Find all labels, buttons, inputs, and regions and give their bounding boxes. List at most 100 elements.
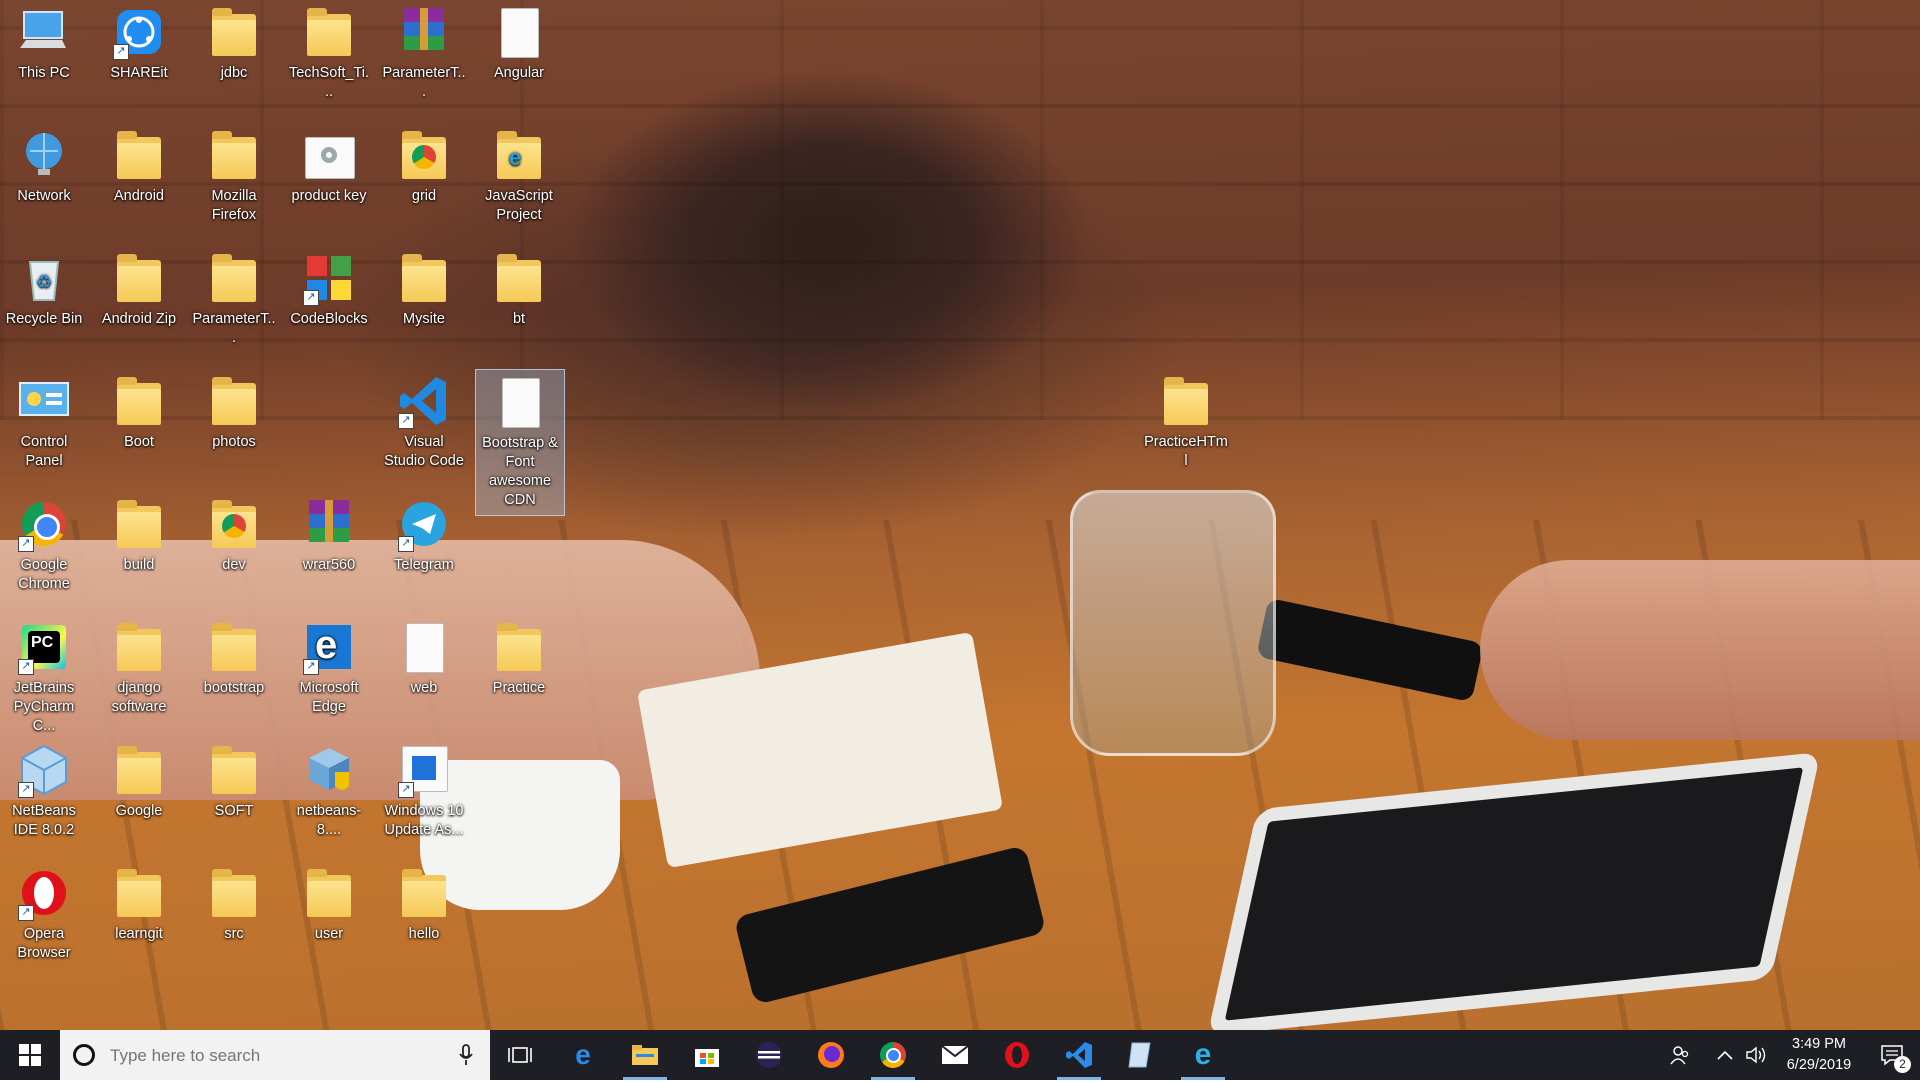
desktop-icon[interactable]: netbeans-8.... — [285, 738, 373, 858]
desktop-icon[interactable]: SOFT — [190, 738, 278, 858]
folder-icon — [206, 865, 262, 921]
desktop-icon-label: Mozilla Firefox — [211, 188, 257, 223]
desktop-icon[interactable]: hello — [380, 861, 468, 981]
desktop-icon[interactable]: ↗ Google Chrome — [0, 492, 88, 612]
desktop-icon[interactable]: bt — [475, 246, 563, 366]
desktop-icon[interactable]: Network — [0, 123, 88, 243]
network-icon — [16, 127, 72, 183]
telegram-icon: ↗ — [396, 496, 452, 552]
folder-icon — [206, 742, 262, 798]
desktop-icon[interactable]: Boot — [95, 369, 183, 489]
taskbar-app-store[interactable] — [677, 1030, 737, 1080]
control-panel-icon — [16, 373, 72, 429]
desktop-icon-label: Network — [17, 188, 71, 204]
desktop-icon[interactable]: ↗ Opera Browser — [0, 861, 88, 981]
chrome-folder-icon — [396, 127, 452, 183]
desktop-icon[interactable]: PracticeHTml — [1142, 369, 1230, 489]
desktop-icon[interactable]: Android Zip — [95, 246, 183, 366]
desktop-icon[interactable]: jdbc — [190, 0, 278, 120]
search-input[interactable] — [108, 1030, 442, 1082]
taskbar-app-mail[interactable] — [925, 1030, 985, 1080]
desktop-icon[interactable]: Bootstrap & Font awesome CDN — [475, 369, 565, 516]
folder-icon — [111, 742, 167, 798]
desktop-icon[interactable]: user — [285, 861, 373, 981]
desktop-icon[interactable]: Control Panel — [0, 369, 88, 489]
mail-icon — [941, 1045, 969, 1065]
taskbar-app-opera[interactable] — [987, 1030, 1047, 1080]
desktop-icon-label: dev — [222, 557, 246, 573]
chrome-folder-icon — [206, 496, 262, 552]
desktop-icon[interactable]: Practice — [475, 615, 563, 735]
desktop-icon[interactable]: product key — [285, 123, 373, 243]
desktop-icon[interactable]: django software — [95, 615, 183, 735]
people-button[interactable] — [1660, 1030, 1700, 1080]
desktop-icon[interactable]: ↗ Visual Studio Code — [380, 369, 468, 489]
desktop-icon[interactable]: e JavaScript Project — [475, 123, 563, 243]
desktop-icon[interactable]: Android — [95, 123, 183, 243]
desktop-icon-label: Angular — [494, 65, 544, 81]
taskbar-app-edge[interactable]: e — [553, 1030, 613, 1080]
desktop-icon[interactable]: ↗ Telegram — [380, 492, 468, 612]
desktop-icon-label: Microsoft Edge — [299, 680, 359, 715]
desktop-icon[interactable]: ParameterT... — [190, 246, 278, 366]
desktop-icon-label: ParameterT... — [192, 311, 276, 346]
desktop-icon[interactable]: This PC — [0, 0, 88, 120]
desktop-background: This PC ↗ SHAREit jdbc TechSoft_Ti... Paramet… — [0, 0, 1920, 1030]
desktop-icon-label: Telegram — [394, 557, 454, 573]
microphone-icon[interactable] — [458, 1044, 474, 1066]
desktop-icon[interactable]: TechSoft_Ti... — [285, 0, 373, 120]
desktop-icon[interactable]: grid — [380, 123, 468, 243]
folder-icon — [111, 127, 167, 183]
desktop-icon[interactable]: photos — [190, 369, 278, 489]
desktop-icon[interactable]: ↗ Windows 10 Update As... — [380, 738, 468, 858]
desktop-icon[interactable]: dev — [190, 492, 278, 612]
taskbar-app-internet-explorer[interactable]: e — [1173, 1030, 1233, 1080]
desktop-icon[interactable]: ♻ Recycle Bin — [0, 246, 88, 366]
taskbar-app-chrome[interactable] — [863, 1030, 923, 1080]
search-box[interactable] — [60, 1030, 490, 1082]
desktop-icon[interactable]: src — [190, 861, 278, 981]
folder-icon — [396, 865, 452, 921]
desktop-icon-label: Visual Studio Code — [384, 434, 464, 469]
desktop-icon[interactable]: build — [95, 492, 183, 612]
desktop-icon[interactable]: learngit — [95, 861, 183, 981]
desktop-icon[interactable]: Mozilla Firefox — [190, 123, 278, 243]
desktop-icon[interactable]: web — [380, 615, 468, 735]
shortcut-arrow-icon: ↗ — [18, 536, 34, 552]
desktop-icon[interactable]: e ↗ Microsoft Edge — [285, 615, 373, 735]
desktop-icon[interactable]: Mysite — [380, 246, 468, 366]
shortcut-arrow-icon: ↗ — [303, 290, 319, 306]
desktop-icon-label: Android Zip — [101, 311, 177, 327]
desktop-icon[interactable]: bootstrap — [190, 615, 278, 735]
folder-icon — [206, 373, 262, 429]
volume-button[interactable] — [1740, 1030, 1774, 1080]
desktop-icon[interactable]: ParameterT... — [380, 0, 468, 120]
desktop-icon[interactable]: Google — [95, 738, 183, 858]
task-view-button[interactable] — [490, 1030, 550, 1080]
taskbar-app-firefox[interactable] — [801, 1030, 861, 1080]
eclipse-icon — [755, 1041, 783, 1069]
taskbar-app-file-explorer[interactable] — [615, 1030, 675, 1080]
taskbar-app-vscode[interactable] — [1049, 1030, 1109, 1080]
desktop-icon[interactable]: wrar560 — [285, 492, 373, 612]
desktop-icon-label: grid — [411, 188, 437, 204]
taskbar-app-notepad-app[interactable] — [1111, 1030, 1171, 1080]
desktop-icon[interactable]: ↗ CodeBlocks — [285, 246, 373, 366]
action-center-button[interactable]: 2 — [1864, 1030, 1920, 1080]
desktop-icon-label: bt — [512, 311, 526, 327]
taskbar-app-eclipse[interactable] — [739, 1030, 799, 1080]
desktop-icon[interactable]: Angular — [475, 0, 563, 120]
right-hand — [1480, 560, 1920, 740]
desktop-icon-label: TechSoft_Ti... — [288, 65, 370, 100]
show-hidden-icons-button[interactable] — [1710, 1030, 1740, 1080]
winrar-icon — [396, 4, 452, 60]
folder-icon — [206, 127, 262, 183]
start-button[interactable] — [0, 1030, 60, 1080]
folder-icon — [301, 4, 357, 60]
desktop-icon-label: jdbc — [220, 65, 248, 81]
desktop-icon[interactable]: PC ↗ JetBrains PyCharm C... — [0, 615, 88, 735]
clock[interactable]: 3:49 PM 6/29/2019 — [1774, 1030, 1864, 1080]
desktop-icon[interactable]: ↗ NetBeans IDE 8.0.2 — [0, 738, 88, 858]
desktop-icon[interactable]: ↗ SHAREit — [95, 0, 183, 120]
shortcut-arrow-icon: ↗ — [113, 44, 129, 60]
